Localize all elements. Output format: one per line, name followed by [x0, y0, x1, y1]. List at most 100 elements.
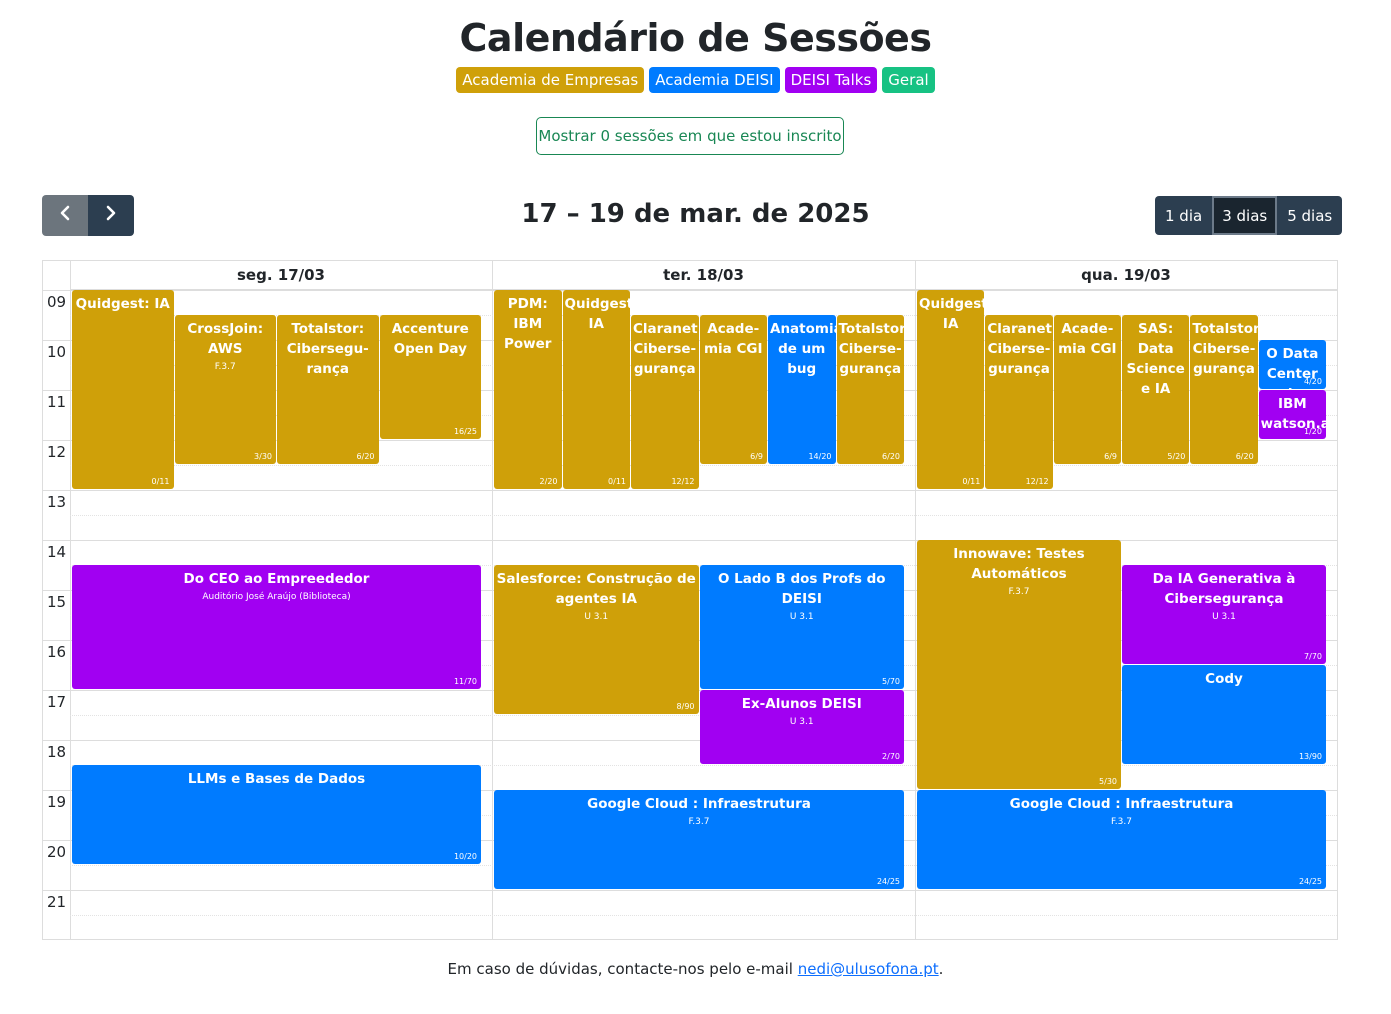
session-title: Claranet: Ciberse-gurança: [987, 321, 1053, 377]
session-event[interactable]: Acade-mia CGI 6/9: [699, 315, 767, 464]
session-title: PDM: IBM Power: [504, 296, 552, 352]
hour-label: 09: [47, 293, 67, 311]
legend-badge-deisi: Academia DEISI: [649, 67, 780, 93]
column-divider: [492, 261, 493, 939]
session-title: Totalstor: Cibersegu-rança: [286, 321, 369, 377]
session-capacity: 12/12: [671, 477, 695, 486]
session-title: LLMs e Bases de Dados: [187, 771, 366, 787]
session-title: SAS: Data Science e IA: [1126, 321, 1185, 397]
session-room: F.3.7: [1008, 587, 1030, 597]
day-header: seg. 17/03: [70, 261, 492, 290]
session-title: Acade-mia CGI: [1058, 321, 1117, 357]
session-title: Salesforce: Construção de agentes IA: [496, 571, 696, 607]
session-event[interactable]: Quidgest: IA 0/11: [562, 290, 631, 489]
contact-email-link[interactable]: nedi@ulusofona.pt: [798, 960, 939, 978]
view-3-days-button[interactable]: 3 dias: [1212, 196, 1278, 235]
session-capacity: 5/30: [1099, 777, 1117, 786]
session-event[interactable]: Quidgest: IA 0/11: [917, 290, 985, 489]
session-title: Cody: [1205, 671, 1243, 687]
session-capacity: 11/70: [453, 677, 477, 686]
session-room: U 3.1: [789, 612, 814, 622]
session-title: Quidgest: IA: [564, 296, 631, 332]
session-event[interactable]: Totalstor: Ciberse-gurança 6/20: [1190, 315, 1258, 464]
session-event[interactable]: Claranet: Ciberse-gurança 12/12: [631, 315, 699, 489]
hour-line: [43, 290, 1337, 291]
chevron-right-icon: [106, 205, 116, 221]
half-hour-line: [70, 515, 1337, 516]
session-event[interactable]: SAS: Data Science e IA 5/20: [1122, 315, 1190, 464]
hour-label: 15: [47, 593, 67, 611]
session-event[interactable]: Anatomia de um bug 14/20: [768, 315, 836, 464]
session-capacity: 10/20: [453, 852, 477, 861]
session-event[interactable]: O Lado B dos Profs do DEISI U 3.1 5/70: [699, 565, 904, 689]
session-event[interactable]: Ex-Alunos DEISI U 3.1 2/70: [699, 690, 904, 764]
session-event[interactable]: O Data Center da4/20: [1258, 340, 1326, 389]
hour-label: 12: [47, 443, 67, 461]
session-title: CrossJoin: AWS: [187, 321, 264, 357]
session-title: Totalstor: Ciberse-gurança: [1192, 321, 1258, 377]
legend-badge-geral: Geral: [882, 67, 935, 93]
session-event[interactable]: PDM: IBM Power 2/20: [494, 290, 562, 489]
session-capacity: 4/20: [1304, 377, 1322, 386]
chevron-left-icon: [60, 205, 70, 221]
calendar-grid: seg. 17/03 ter. 18/03 qua. 19/03 09 10 11 12 13…: [42, 260, 1338, 940]
session-event[interactable]: Claranet: Ciberse-gurança 12/12: [985, 315, 1053, 489]
hour-line: [43, 540, 1337, 541]
session-event[interactable]: Google Cloud : Infraestrutura F.3.7 24/25: [917, 790, 1326, 889]
session-room: F.3.7: [1111, 817, 1132, 827]
show-enrolled-button[interactable]: Mostrar 0 sessões em que estou inscrito: [536, 117, 844, 155]
prev-button[interactable]: [42, 195, 88, 236]
session-capacity: 6/20: [882, 452, 900, 461]
view-5-days-button[interactable]: 5 dias: [1277, 196, 1343, 235]
session-event[interactable]: Totalstor: Ciberse-gurança 6/20: [836, 315, 905, 464]
hour-label: 18: [47, 743, 67, 761]
hour-label: 20: [47, 843, 67, 861]
view-switcher: 1 dia 3 dias 5 dias: [1155, 196, 1343, 235]
session-event[interactable]: Quidgest: IA 0/11: [72, 290, 174, 489]
session-capacity: 3/30: [254, 452, 272, 461]
session-event[interactable]: Do CEO ao Empreededor Auditório José Araú…: [72, 565, 481, 689]
session-capacity: 8/90: [676, 702, 695, 711]
hour-label: 17: [47, 693, 67, 711]
session-room: F.3.7: [688, 817, 710, 827]
view-1-day-button[interactable]: 1 dia: [1155, 196, 1213, 235]
session-event[interactable]: Cody 13/90: [1122, 665, 1326, 764]
next-button[interactable]: [88, 195, 134, 236]
session-capacity: 5/20: [1167, 452, 1186, 461]
session-event[interactable]: Salesforce: Construção de agentes IA U 3.…: [494, 565, 699, 714]
hour-label: 19: [47, 793, 67, 811]
session-capacity: 0/11: [151, 477, 170, 486]
session-room: F.3.7: [214, 362, 236, 372]
session-event[interactable]: IBM watson.ai1/20: [1258, 390, 1326, 439]
session-title: Quidgest: IA: [75, 296, 170, 312]
session-event[interactable]: Da IA Generativa à Cibersegurança U 3.1 7/…: [1122, 565, 1326, 664]
hour-line: [43, 890, 1337, 891]
half-hour-line: [70, 465, 1337, 466]
session-event[interactable]: Totalstor: Cibersegu-rança 6/20: [277, 315, 379, 464]
session-title: Google Cloud : Infraestrutura: [587, 796, 811, 812]
category-legend: Academia de Empresas Academia DEISI DEIS…: [0, 67, 1391, 93]
calendar-nav: [42, 195, 134, 236]
session-title: Acade-mia CGI: [703, 321, 763, 357]
session-title: Totalstor: Ciberse-gurança: [838, 321, 905, 377]
session-capacity: 24/25: [1298, 877, 1322, 886]
session-title: Claranet: Ciberse-gurança: [633, 321, 699, 377]
session-capacity: 0/11: [608, 477, 626, 486]
session-event[interactable]: Acade-mia CGI 6/9: [1053, 315, 1121, 464]
session-capacity: 1/20: [1304, 427, 1322, 436]
session-event[interactable]: Google Cloud : Infraestrutura F.3.7 24/25: [494, 790, 904, 889]
hour-label: 11: [47, 393, 67, 411]
session-event[interactable]: CrossJoin: AWS F.3.7 3/30: [174, 315, 276, 464]
session-title: Ex-Alunos DEISI: [741, 696, 862, 712]
half-hour-line: [70, 915, 1337, 916]
column-divider: [70, 261, 71, 939]
hour-label: 14: [47, 543, 67, 561]
legend-badge-empresas: Academia de Empresas: [456, 67, 645, 93]
session-event[interactable]: LLMs e Bases de Dados 10/20: [72, 765, 481, 864]
footer-text: Em caso de dúvidas, contacte-nos pelo e-…: [447, 960, 798, 978]
session-title: Quidgest: IA: [919, 296, 984, 332]
session-capacity: 12/12: [1025, 477, 1049, 486]
session-event[interactable]: Innowave: Testes Automáticos F.3.7 5/30: [917, 540, 1121, 789]
session-event[interactable]: Accenture Open Day 16/25: [379, 315, 481, 439]
day-header: ter. 18/03: [492, 261, 915, 290]
